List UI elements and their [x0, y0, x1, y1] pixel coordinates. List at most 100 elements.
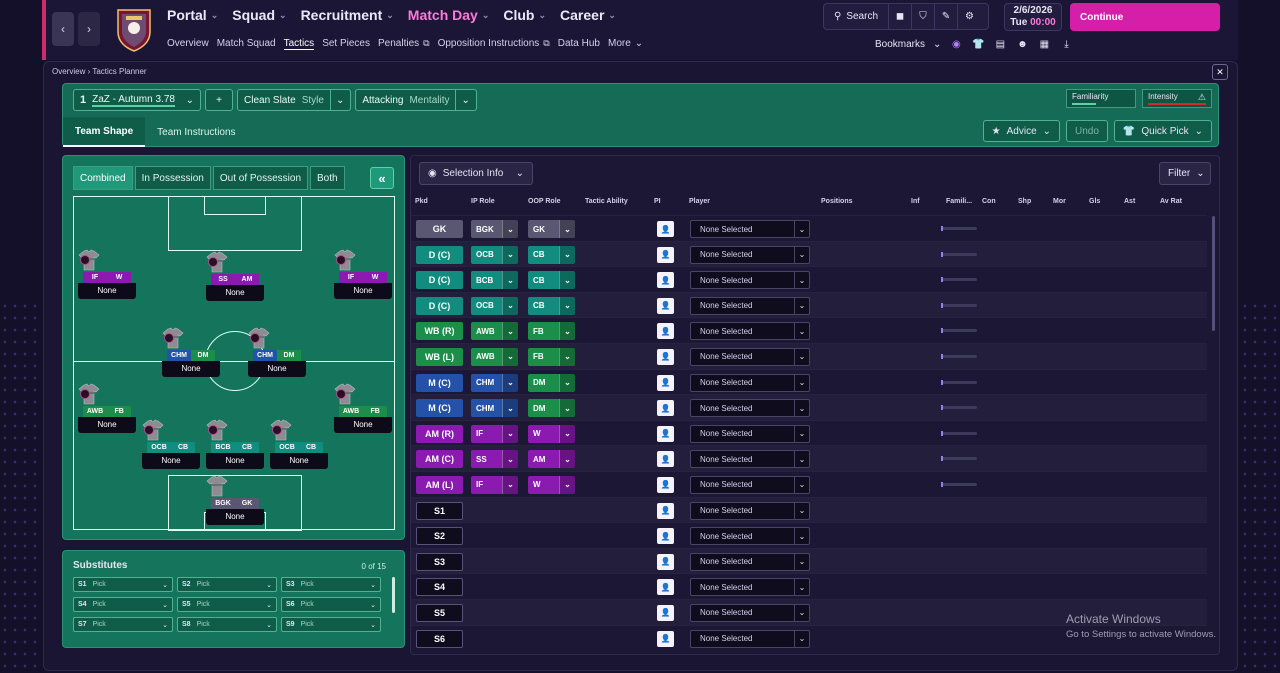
table-row[interactable]: D (C) BCB ⌄ CB ⌄ 👤 None Selected ⌄ — [411, 266, 1207, 292]
date-display[interactable]: 2/6/2026 Tue 00:00 — [1004, 3, 1062, 31]
forward-button[interactable]: › — [78, 12, 100, 46]
player-select-dropdown[interactable]: None Selected ⌄ — [690, 373, 810, 392]
calendar-icon[interactable]: ▦ — [1037, 39, 1051, 50]
chat-icon[interactable]: ◉ — [949, 39, 963, 50]
position-badge[interactable]: S3 — [416, 552, 463, 571]
oop-role-dropdown[interactable]: GK ⌄ — [528, 220, 575, 238]
table-row[interactable]: WB (R) AWB ⌄ FB ⌄ 👤 None Selected ⌄ — [411, 317, 1207, 343]
table-row[interactable]: S1 👤 None Selected ⌄ — [411, 496, 1207, 523]
player-select-dropdown[interactable]: None Selected ⌄ — [690, 450, 810, 469]
table-row[interactable]: AM (C) SS ⌄ AM ⌄ 👤 None Selected ⌄ — [411, 445, 1207, 471]
table-row[interactable]: WB (L) AWB ⌄ FB ⌄ 👤 None Selected ⌄ — [411, 342, 1207, 369]
position-badge[interactable]: S5 — [416, 603, 463, 622]
nav-club[interactable]: Club ⌄ — [503, 7, 546, 23]
nav-match-day[interactable]: Match Day ⌄ — [408, 7, 490, 23]
back-button[interactable]: ‹ — [52, 12, 74, 46]
table-row[interactable]: AM (R) IF ⌄ W ⌄ 👤 None Selected ⌄ — [411, 419, 1207, 446]
player-slot[interactable]: IF W None — [334, 249, 392, 299]
player-slot[interactable]: AWB FB None — [78, 383, 136, 433]
position-badge[interactable]: AM (L) — [416, 475, 463, 494]
player-select-dropdown[interactable]: None Selected ⌄ — [690, 578, 810, 597]
bookmark-icon[interactable]: ◼ — [889, 4, 913, 29]
player-instructions-button[interactable]: 👤 — [657, 476, 674, 493]
player-instructions-button[interactable]: 👤 — [657, 323, 674, 340]
player-select-dropdown[interactable]: None Selected ⌄ — [690, 424, 810, 443]
position-badge[interactable]: S1 — [416, 501, 463, 520]
breadcrumb-root[interactable]: Overview — [52, 67, 85, 76]
position-badge[interactable]: M (C) — [416, 399, 463, 418]
tab-in-possession[interactable]: In Possession — [134, 166, 211, 190]
position-badge[interactable]: D (C) — [416, 245, 463, 264]
column-header-pkd[interactable]: Pkd — [415, 198, 428, 205]
tab-team-instructions[interactable]: Team Instructions — [145, 117, 247, 147]
table-row[interactable]: AM (L) IF ⌄ W ⌄ 👤 None Selected ⌄ — [411, 470, 1207, 497]
oop-role-dropdown[interactable]: W ⌄ — [528, 475, 575, 494]
sub-slot-s7[interactable]: S7 Pick ⌄ — [73, 617, 173, 632]
position-badge[interactable]: S6 — [416, 629, 463, 648]
player-instructions-button[interactable]: 👤 — [657, 272, 674, 289]
player-instructions-button[interactable]: 👤 — [657, 425, 674, 442]
oop-role-dropdown[interactable]: FB ⌄ — [528, 322, 575, 341]
column-header-oop-role[interactable]: OOP Role — [528, 198, 561, 205]
close-button[interactable]: ✕ — [1212, 64, 1228, 80]
position-badge[interactable]: WB (L) — [416, 347, 463, 366]
table-row[interactable]: D (C) OCB ⌄ CB ⌄ 👤 None Selected ⌄ — [411, 240, 1207, 267]
sub-slot-s2[interactable]: S2 Pick ⌄ — [177, 577, 277, 592]
player-instructions-button[interactable]: 👤 — [657, 221, 674, 237]
gear-icon[interactable]: ⚙ — [958, 4, 981, 29]
ip-role-dropdown[interactable]: AWB ⌄ — [471, 347, 518, 366]
shirt-icon[interactable]: 👕 — [971, 39, 985, 50]
oop-role-dropdown[interactable]: DM ⌄ — [528, 373, 575, 392]
table-row[interactable]: M (C) CHM ⌄ DM ⌄ 👤 None Selected ⌄ — [411, 394, 1207, 420]
player-instructions-button[interactable]: 👤 — [657, 246, 674, 263]
player-slot[interactable]: CHM DM None — [248, 327, 306, 377]
filter-dropdown[interactable]: Filter ⌄ — [1159, 162, 1211, 185]
ip-role-dropdown[interactable]: BGK ⌄ — [471, 220, 518, 238]
oop-role-dropdown[interactable]: CB ⌄ — [528, 271, 575, 290]
ip-role-dropdown[interactable]: CHM ⌄ — [471, 373, 518, 392]
bookmarks-label[interactable]: Bookmarks — [875, 39, 925, 50]
ip-role-dropdown[interactable]: BCB ⌄ — [471, 271, 518, 290]
player-slot[interactable]: SS AM None — [206, 251, 264, 301]
tactic-selector[interactable]: 1 ZaZ - Autumn 3.78 ⌄ — [73, 89, 201, 111]
position-badge[interactable]: GK — [416, 220, 463, 238]
player-instructions-button[interactable]: 👤 — [657, 502, 674, 519]
position-badge[interactable]: AM (C) — [416, 450, 463, 469]
subnav-overview[interactable]: Overview — [167, 38, 209, 50]
pen-icon[interactable]: ✎ — [935, 4, 959, 29]
player-select-dropdown[interactable]: None Selected ⌄ — [690, 475, 810, 494]
player-select-dropdown[interactable]: None Selected ⌄ — [690, 399, 810, 418]
sub-slot-s9[interactable]: S9 Pick ⌄ — [281, 617, 381, 632]
style-dropdown[interactable]: Clean Slate Style ⌄ — [237, 89, 352, 111]
player-select-dropdown[interactable]: None Selected ⌄ — [690, 552, 810, 571]
player-select-dropdown[interactable]: None Selected ⌄ — [690, 603, 810, 622]
search-button[interactable]: ⚲ Search — [824, 4, 890, 29]
column-header-av-rat[interactable]: Av Rat — [1160, 198, 1182, 205]
scrollbar[interactable] — [392, 577, 395, 613]
player-select-dropdown[interactable]: None Selected ⌄ — [690, 347, 810, 366]
subnav-tactics[interactable]: Tactics — [283, 38, 315, 50]
player-select-dropdown[interactable]: None Selected ⌄ — [690, 322, 810, 341]
sub-slot-s3[interactable]: S3 Pick ⌄ — [281, 577, 381, 592]
position-badge[interactable]: D (C) — [416, 271, 463, 290]
tab-team-shape[interactable]: Team Shape — [63, 117, 146, 147]
position-badge[interactable]: S2 — [416, 527, 463, 546]
player-instructions-button[interactable]: 👤 — [657, 553, 674, 570]
player-slot[interactable]: BGK GK None — [206, 475, 264, 525]
nav-squad[interactable]: Squad ⌄ — [232, 7, 286, 23]
advice-button[interactable]: ★ Advice ⌄ — [982, 120, 1061, 142]
tab-out-of-possession[interactable]: Out of Possession — [212, 166, 309, 190]
player-instructions-button[interactable]: 👤 — [657, 630, 674, 647]
selection-info-dropdown[interactable]: ◉ Selection Info ⌄ — [419, 162, 533, 185]
collapse-button[interactable]: « — [370, 167, 394, 189]
column-header-player[interactable]: Player — [689, 198, 710, 205]
ip-role-dropdown[interactable]: CHM ⌄ — [471, 399, 518, 418]
table-row[interactable]: S3 👤 None Selected ⌄ — [411, 547, 1207, 574]
player-select-dropdown[interactable]: None Selected ⌄ — [690, 296, 810, 315]
download-icon[interactable]: ⤓ — [1059, 39, 1073, 50]
player-instructions-button[interactable]: 👤 — [657, 451, 674, 468]
sub-slot-s5[interactable]: S5 Pick ⌄ — [177, 597, 277, 612]
player-select-dropdown[interactable]: None Selected ⌄ — [690, 220, 810, 238]
player-instructions-button[interactable]: 👤 — [657, 400, 674, 417]
nav-recruitment[interactable]: Recruitment ⌄ — [301, 7, 394, 23]
